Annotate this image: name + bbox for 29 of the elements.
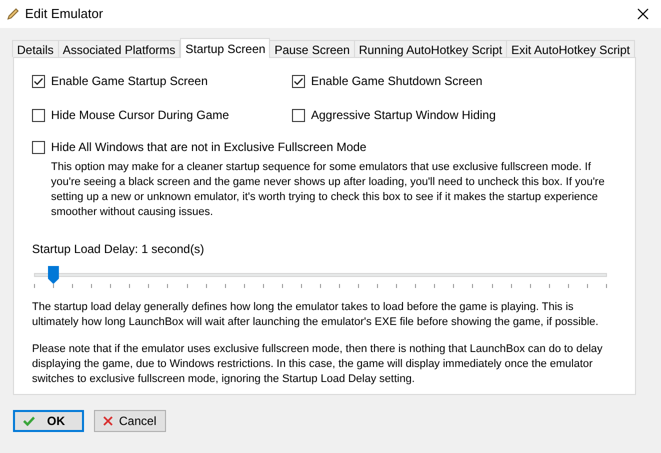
- checkbox-label: Enable Game Shutdown Screen: [311, 73, 482, 90]
- checkbox-label: Hide All Windows that are not in Exclusive Fullscreen Mode: [51, 139, 366, 156]
- slider-label: Startup Load Delay: 1 second(s): [32, 241, 206, 258]
- tab[interactable]: Pause Screen: [269, 40, 355, 57]
- close-icon[interactable]: [637, 8, 649, 20]
- tab[interactable]: Startup Screen: [180, 38, 270, 58]
- check-icon: [23, 416, 35, 426]
- checkbox[interactable]: [292, 74, 305, 88]
- tab[interactable]: Details: [12, 40, 59, 57]
- checkbox[interactable]: [32, 74, 45, 88]
- checkbox[interactable]: [292, 108, 305, 122]
- cancel-button[interactable]: Cancel: [94, 410, 166, 432]
- cross-icon: [103, 416, 113, 426]
- note-text: Please note that if the emulator uses exclusive fullscreen mode, then there is nothing that LaunchBox can do to delay displaying the game, due to Windows restrictions. In this case, the game will display immediately once the emulator switches to exclusive fullscreen mode, ignoring the Startup Load Delay setting.: [32, 342, 604, 387]
- checkbox[interactable]: [32, 108, 45, 122]
- description-text: This option may make for a cleaner startup sequence for some emulators that use exclusive fullscreen mode. If you're seeing a black screen and the game never shows up after loading, you'll need to uncheck this box. If you're setting up a new or unknown emulator, it's worth trying to check this box to see if it makes the startup experience smoother without causing issues.: [51, 160, 606, 220]
- tab[interactable]: Exit AutoHotkey Script: [506, 40, 635, 57]
- checkbox-label: Hide Mouse Cursor During Game: [51, 107, 230, 124]
- ok-button[interactable]: OK: [13, 410, 84, 432]
- checkbox-label: Aggressive Startup Window Hiding: [311, 107, 496, 124]
- pencil-icon: [6, 7, 20, 21]
- checkbox-label: Enable Game Startup Screen: [51, 73, 208, 90]
- slider-thumb[interactable]: [48, 266, 59, 284]
- note-text: The startup load delay generally defines how long the emulator takes to load before the game is playing. This is ultimately how long LaunchBox will wait after launching the emulator's EXE file before showing the game, if possible.: [32, 300, 600, 330]
- tab[interactable]: Associated Platforms: [58, 40, 180, 57]
- tab[interactable]: Running AutoHotkey Script: [354, 40, 508, 57]
- checkbox[interactable]: [32, 140, 45, 154]
- slider-track[interactable]: [34, 266, 607, 284]
- window-title: Edit Emulator: [25, 5, 104, 24]
